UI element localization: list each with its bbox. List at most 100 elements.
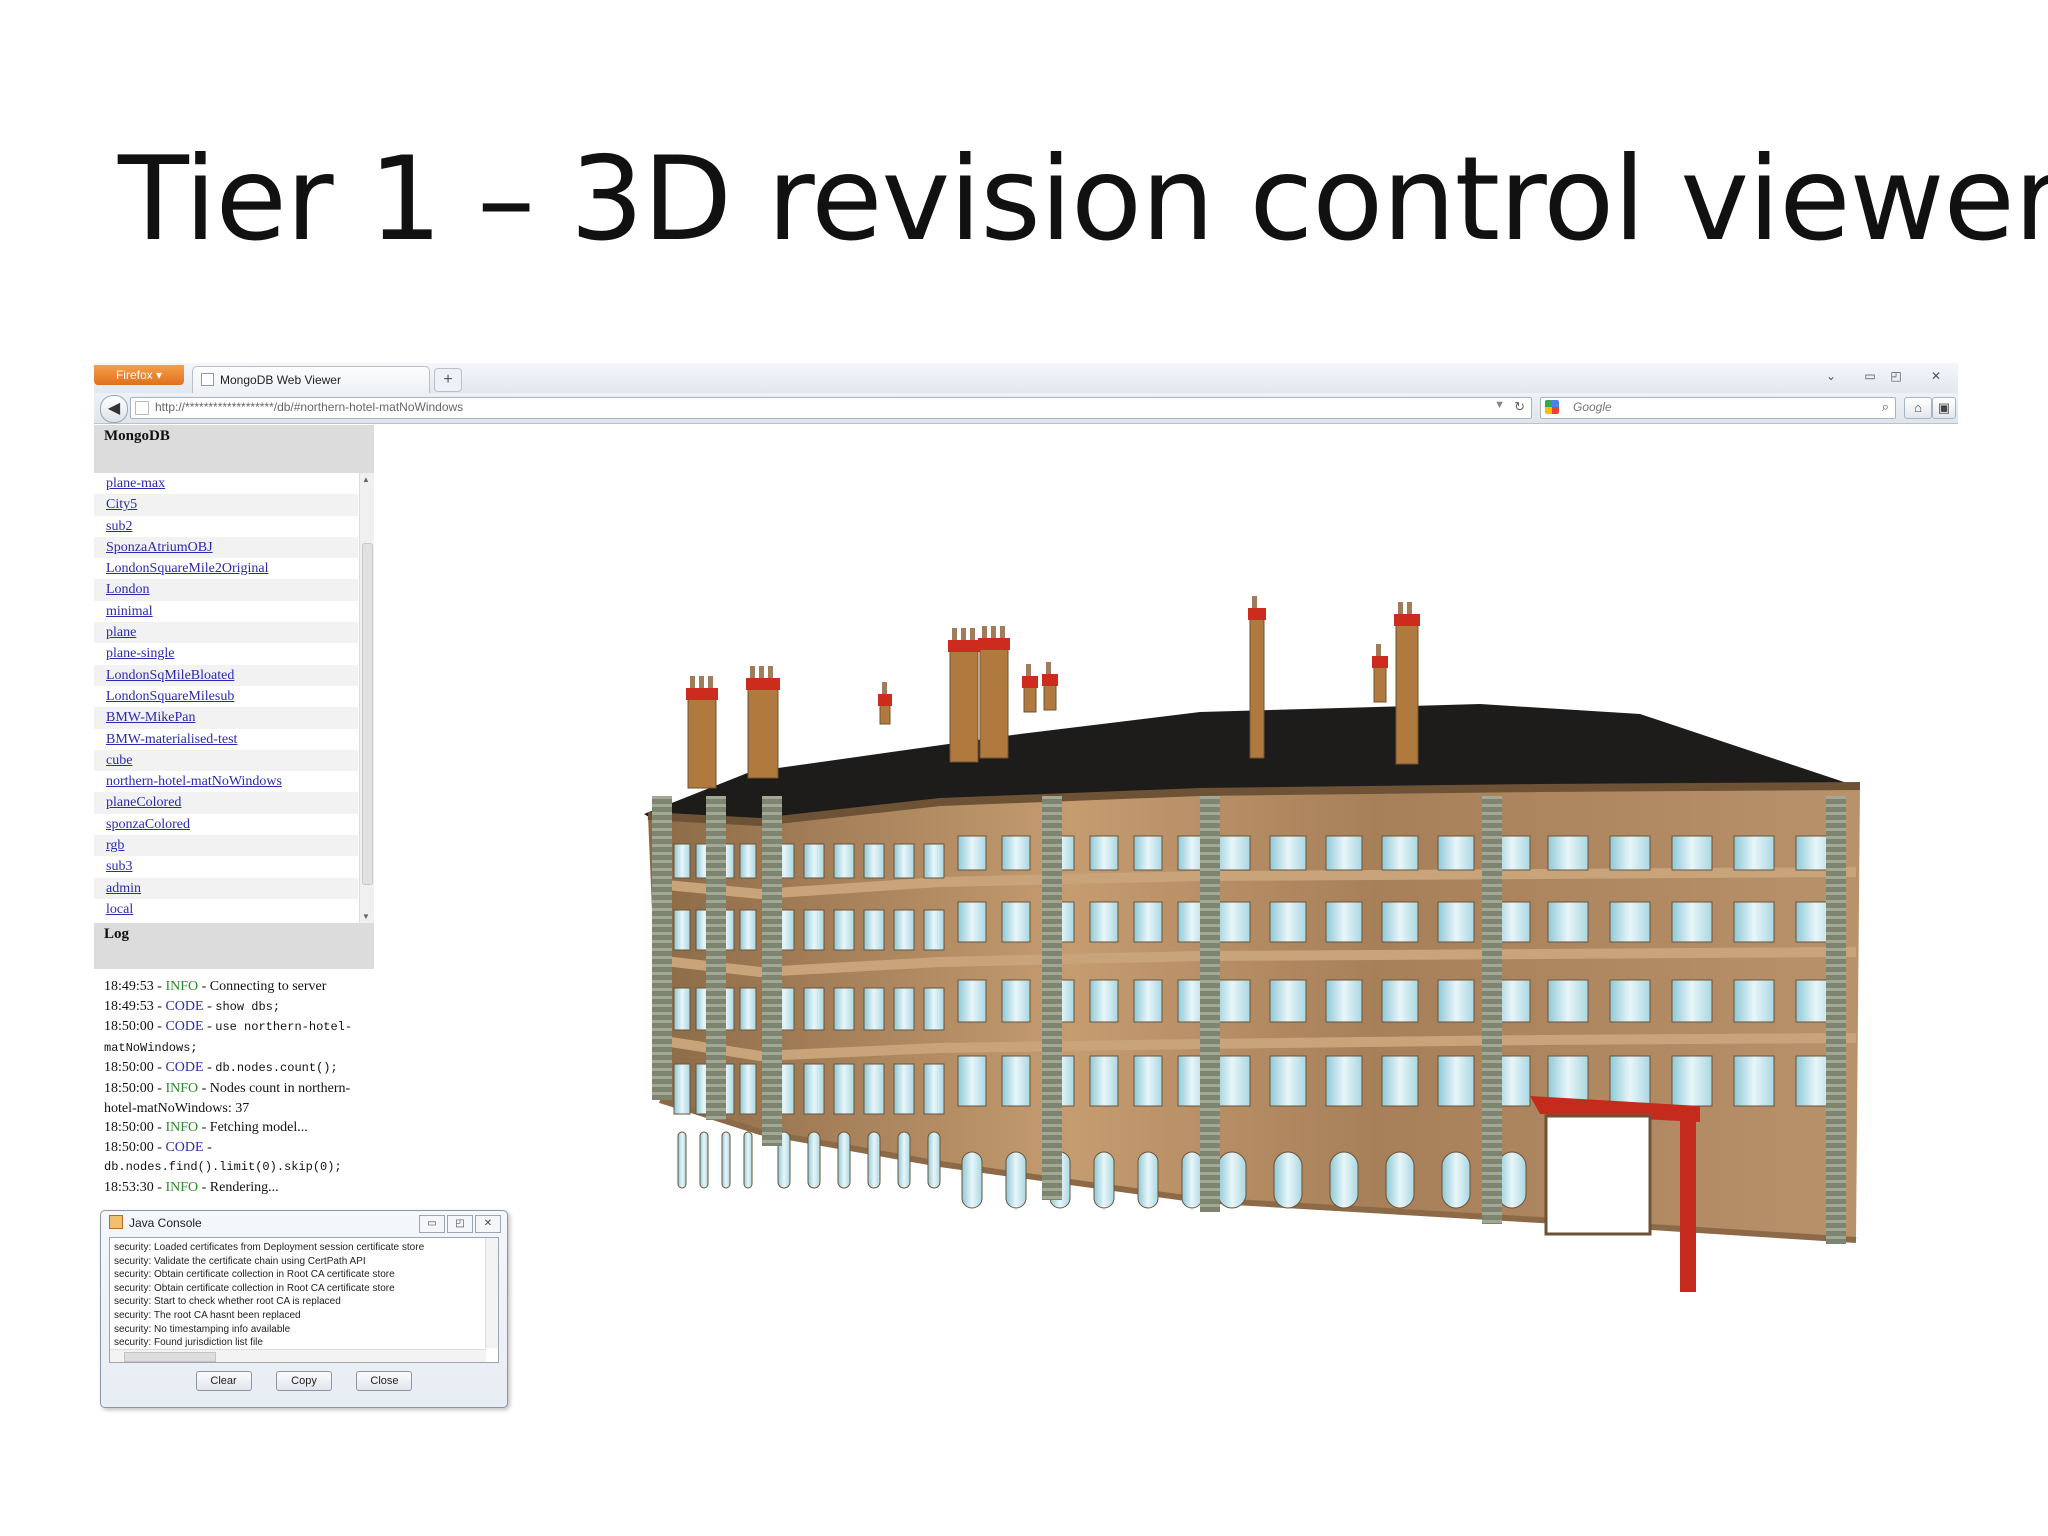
new-tab-button[interactable]: + [434,368,462,392]
database-link[interactable]: BMW-materialised-test [106,732,237,747]
log-level: CODE [165,998,204,1014]
ribbed-pillar [652,796,672,1100]
database-link[interactable]: plane-max [106,476,165,491]
restore-icon[interactable]: ◰ [1884,367,1908,385]
chimney-pot [991,626,996,638]
chimney-pot [1407,602,1412,614]
3d-model-viewport[interactable] [640,500,1920,1400]
chimney-pot [750,666,755,678]
copy-button[interactable]: Copy [276,1371,332,1391]
database-link[interactable]: cube [106,753,132,768]
window-pane [1325,1055,1363,1107]
window-pane [1133,1055,1163,1107]
window-pane [923,987,945,1031]
database-link[interactable]: local [106,902,133,917]
log-entry: 18:50:00 - CODE - db.nodes.find().limit(… [104,1139,342,1175]
chimney-top [1372,656,1388,668]
log-level: INFO [165,1120,199,1136]
console-vertical-scrollbar[interactable] [485,1238,498,1348]
navigation-bar: ◀ http://*******************/db/#norther… [94,393,1958,424]
reload-icon[interactable]: ↻ [1514,399,1525,415]
ribbed-pillar [1482,796,1502,1224]
google-engine-icon[interactable] [1545,400,1559,414]
history-dropdown-icon[interactable]: ▼ [1494,399,1505,411]
window-pane [1381,901,1419,943]
database-list-item: planeColored [94,792,358,814]
arched-window [867,1131,881,1189]
url-text: http://*******************/db/#northern-… [155,400,464,414]
window-pane [833,1063,855,1115]
chimney-pot [882,682,887,694]
home-icon[interactable]: ⌂ [1904,397,1932,419]
maximize-icon[interactable]: ◰ [447,1215,473,1233]
log-timestamp: 18:50:00 [104,1019,154,1035]
minimize-icon[interactable]: ▭ [1858,367,1882,385]
window-pane [1325,979,1363,1023]
minimize-icon[interactable]: ▭ [419,1215,445,1233]
arched-window [897,1131,911,1189]
scrollbar-thumb[interactable] [362,543,373,885]
window-pane [957,835,987,871]
database-link[interactable]: SponzaAtriumOBJ [106,540,213,555]
console-line: security: Found jurisdiction list file [114,1337,263,1349]
firefox-menu-button[interactable]: Firefox ▾ [94,365,184,385]
arched-window [1329,1151,1359,1209]
console-horizontal-scrollbar[interactable] [110,1349,486,1362]
database-link[interactable]: plane [106,625,136,640]
database-link[interactable]: minimal [106,604,153,619]
window-pane [957,1055,987,1107]
database-link[interactable]: LondonSqMileBloated [106,668,234,683]
arched-window [1385,1151,1415,1209]
database-list: plane-max City5 sub2 SponzaAtriumOBJ LondonS… [94,473,374,923]
search-box[interactable]: Google ⌕ [1540,397,1896,419]
java-icon [109,1215,123,1229]
database-list-scrollbar[interactable]: ▲ ▼ [359,473,374,923]
database-link[interactable]: admin [106,881,141,896]
scrollbar-thumb[interactable] [124,1352,216,1362]
window-pane [1269,901,1307,943]
database-link[interactable]: planeColored [106,795,181,810]
database-link[interactable]: northern-hotel-matNoWindows [106,774,282,789]
database-link[interactable]: LondonSquareMilesub [106,689,234,704]
window-pane [863,987,885,1031]
database-link[interactable]: sponzaColored [106,817,190,832]
database-list-item: plane-max [94,473,358,494]
bookmarks-icon[interactable]: ▣ [1932,397,1956,419]
log-entry: 18:53:30 - INFO - Rendering... [104,1179,279,1195]
clear-button[interactable]: Clear [195,1371,252,1391]
database-list-item: BMW-materialised-test [94,729,358,750]
database-link[interactable]: BMW-MikePan [106,710,195,725]
scroll-up-icon[interactable]: ▲ [362,475,370,484]
chimney-top [1394,614,1420,626]
database-link[interactable]: sub3 [106,859,132,874]
chimney-pot [690,676,695,688]
database-link[interactable]: plane-single [106,646,174,661]
arched-window [699,1131,709,1189]
scroll-down-icon[interactable]: ▼ [362,912,370,921]
console-line: security: Validate the certificate chain… [114,1255,366,1267]
window-pane [1325,835,1363,871]
database-link[interactable]: City5 [106,497,137,512]
tab-mongodb-web-viewer[interactable]: MongoDB Web Viewer [192,366,430,393]
console-output[interactable]: security: Loaded certificates from Deplo… [109,1237,499,1363]
window-pane [803,1063,825,1115]
search-icon[interactable]: ⌕ [1882,399,1889,415]
database-link[interactable]: London [106,582,150,597]
database-link[interactable]: rgb [106,838,124,853]
address-bar[interactable]: http://*******************/db/#northern-… [130,397,1532,419]
close-window-icon[interactable]: ✕ [1924,367,1948,385]
close-button[interactable]: Close [356,1371,413,1391]
database-link[interactable]: LondonSquareMile2Original [106,561,269,576]
tab-list-icon[interactable]: ⌄ [1824,367,1838,385]
back-arrow-icon[interactable]: ◀ [100,395,128,423]
window-pane [1733,979,1775,1023]
arched-window [1181,1151,1203,1209]
log-heading: Log [94,923,374,969]
chimney-pot [1046,662,1051,674]
arched-window [1137,1151,1159,1209]
site-identity-icon[interactable] [135,401,149,415]
database-link[interactable]: sub2 [106,519,132,534]
java-console-title: Java Console [109,1215,202,1230]
window-pane [1381,835,1419,871]
close-icon[interactable]: ✕ [475,1215,501,1233]
